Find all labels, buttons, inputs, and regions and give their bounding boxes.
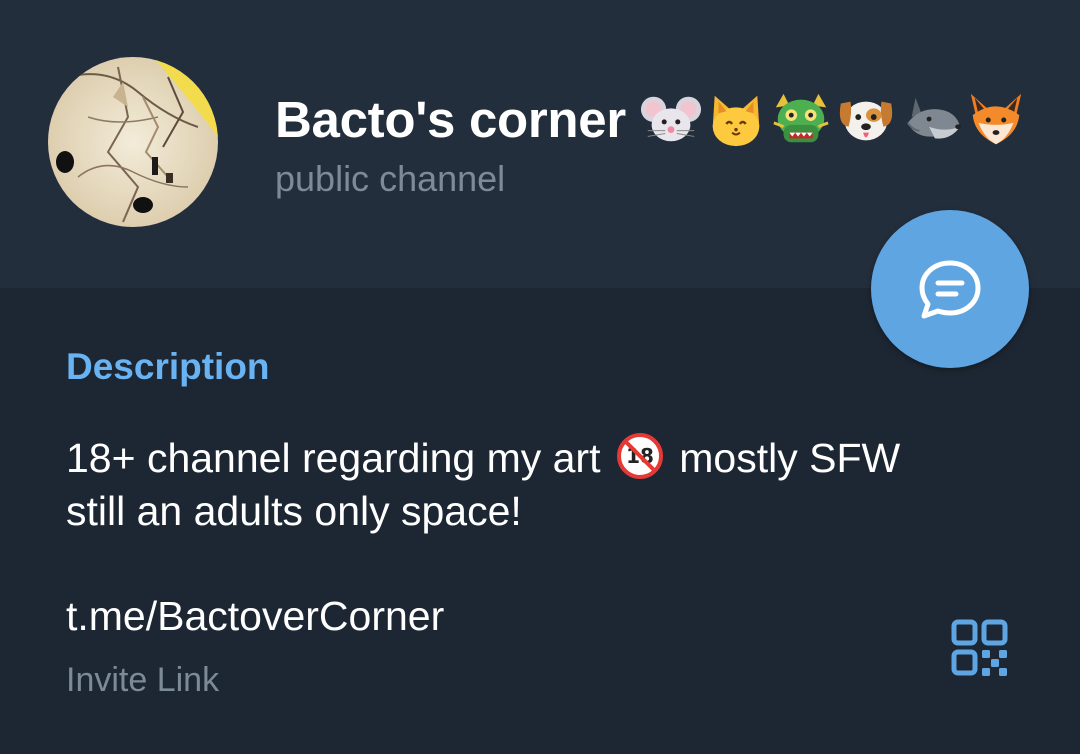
dragon-face-icon xyxy=(773,93,829,143)
qr-code-button[interactable] xyxy=(951,619,1008,676)
dog-face-icon xyxy=(839,101,893,141)
description-line-1: 18+ channel regarding my art 18 mostly S… xyxy=(66,432,1026,485)
invite-link[interactable]: t.me/BactoverCorner xyxy=(66,593,444,640)
cat-face-icon xyxy=(712,95,760,147)
channel-name: Bacto's corner xyxy=(275,90,626,148)
fox-face-icon xyxy=(970,93,1022,145)
description-line-2: still an adults only space! xyxy=(66,488,522,534)
invite-link-caption: Invite Link xyxy=(66,661,220,699)
discussion-button[interactable] xyxy=(871,210,1029,368)
qr-code-icon xyxy=(951,619,1008,676)
description-line-1-start: 18+ channel regarding my art xyxy=(66,435,601,481)
no-one-under-eighteen-icon: 18 xyxy=(616,433,663,479)
channel-avatar[interactable] xyxy=(48,57,218,227)
chat-bubble-icon xyxy=(919,260,981,319)
channel-subtitle: public channel xyxy=(275,158,506,199)
description-heading: Description xyxy=(66,346,270,387)
mouse-face-icon xyxy=(640,96,701,142)
wolf-face-icon xyxy=(906,97,961,139)
description-line-1-end: mostly SFW xyxy=(679,435,901,481)
channel-title-row: Bacto's corner xyxy=(275,84,1027,154)
description-text: 18+ channel regarding my art 18 mostly S… xyxy=(66,432,1026,538)
channel-emoji-row xyxy=(640,88,1027,150)
